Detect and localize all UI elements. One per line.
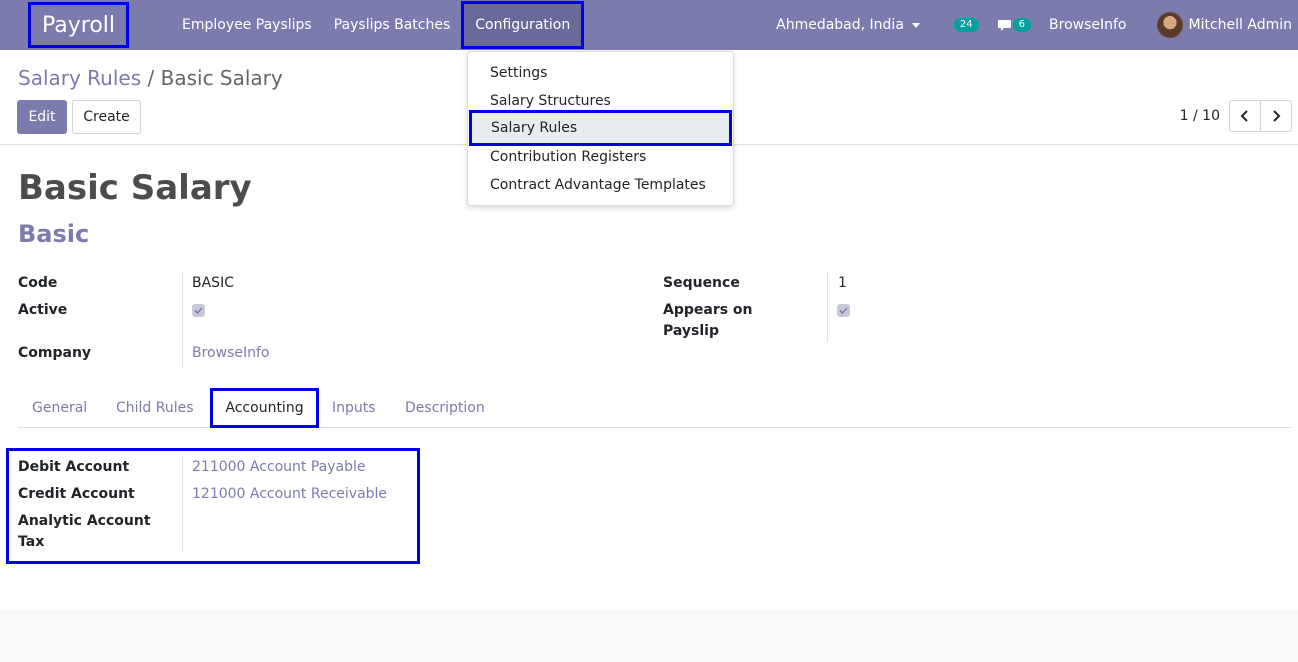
company-name: Ahmedabad, India — [776, 17, 904, 33]
messaging-menu[interactable]: 6 — [997, 18, 1032, 32]
menu-configuration[interactable]: Configuration — [461, 1, 585, 49]
active-checkbox[interactable] — [192, 304, 205, 317]
breadcrumb-current: Basic Salary — [160, 66, 283, 90]
form-sheet: Basic Salary Basic Code BASIC Active Com… — [0, 146, 1298, 609]
browseinfo-link[interactable]: BrowseInfo — [1049, 17, 1126, 33]
navbar-right: Ahmedabad, India 24 6 BrowseInfo Mitchel… — [776, 0, 1298, 50]
dropdown-item-contract-advantage-templates[interactable]: Contract Advantage Templates — [490, 177, 706, 193]
chat-icon — [997, 20, 1011, 31]
dropdown-item-contribution-registers[interactable]: Contribution Registers — [490, 149, 646, 165]
pager-value: 1 / 10 — [1179, 108, 1220, 124]
breadcrumb-salary-rules[interactable]: Salary Rules — [18, 66, 141, 90]
create-button[interactable]: Create — [72, 100, 141, 134]
company-label: Company — [18, 345, 92, 361]
divider — [182, 273, 183, 367]
credit-account-value[interactable]: 121000 Account Receivable — [192, 484, 387, 505]
activity-count-badge: 24 — [953, 18, 979, 32]
activity-menu[interactable]: 24 — [940, 18, 979, 32]
tab-inputs[interactable]: Inputs — [332, 388, 376, 428]
breadcrumb-separator: / — [147, 66, 155, 90]
tab-child-rules[interactable]: Child Rules — [116, 388, 194, 428]
configuration-dropdown: Settings Salary Structures Salary Rules … — [467, 51, 734, 206]
chevron-left-icon — [1240, 110, 1248, 122]
menu-payslips-batches[interactable]: Payslips Batches — [323, 0, 462, 50]
sequence-value: 1 — [838, 275, 847, 291]
active-label: Active — [18, 302, 68, 318]
debit-account-value[interactable]: 211000 Account Payable — [192, 457, 366, 478]
tab-general[interactable]: General — [32, 388, 87, 428]
tab-description[interactable]: Description — [405, 388, 485, 428]
company-switcher[interactable]: Ahmedabad, India — [776, 17, 920, 33]
dropdown-item-settings[interactable]: Settings — [490, 65, 547, 81]
rule-category[interactable]: Basic — [18, 220, 89, 248]
user-name: Mitchell Admin — [1188, 17, 1293, 33]
check-icon — [194, 307, 203, 315]
appears-on-payslip-label: Appears on Payslip — [663, 302, 753, 339]
dropdown-item-salary-structures[interactable]: Salary Structures — [490, 93, 611, 109]
user-menu[interactable]: Mitchell Admin — [1156, 12, 1293, 38]
credit-account-label: Credit Account — [18, 486, 135, 502]
code-label: Code — [18, 275, 58, 291]
message-count-badge: 6 — [1012, 18, 1032, 32]
avatar — [1156, 12, 1183, 38]
divider — [827, 273, 828, 342]
breadcrumb: Salary Rules / Basic Salary — [18, 66, 283, 90]
main-menu: Employee Payslips Payslips Batches Confi… — [171, 0, 585, 50]
company-value[interactable]: BrowseInfo — [192, 343, 269, 364]
tab-accounting[interactable]: Accounting — [210, 388, 319, 428]
debit-account-label: Debit Account — [18, 459, 130, 475]
notebook-tabs: General Child Rules Accounting Inputs De… — [18, 388, 1292, 428]
chevron-down-icon — [911, 22, 920, 28]
code-value: BASIC — [192, 275, 234, 291]
clock-icon — [940, 18, 954, 32]
rule-name: Basic Salary — [18, 168, 252, 208]
edit-button[interactable]: Edit — [17, 100, 67, 134]
sequence-label: Sequence — [663, 275, 740, 291]
pager-previous-button[interactable] — [1229, 100, 1261, 132]
check-icon — [839, 307, 848, 315]
menu-employee-payslips[interactable]: Employee Payslips — [171, 0, 323, 50]
chevron-right-icon — [1273, 110, 1281, 122]
analytic-account-tax-label: Analytic Account Tax — [18, 513, 151, 550]
app-brand[interactable]: Payroll — [28, 2, 129, 48]
dropdown-item-salary-rules[interactable]: Salary Rules — [469, 110, 732, 146]
appears-on-payslip-checkbox[interactable] — [837, 304, 850, 317]
pager-next-button[interactable] — [1260, 100, 1292, 132]
divider — [182, 457, 183, 553]
top-navbar: Payroll Employee Payslips Payslips Batch… — [0, 0, 1298, 50]
